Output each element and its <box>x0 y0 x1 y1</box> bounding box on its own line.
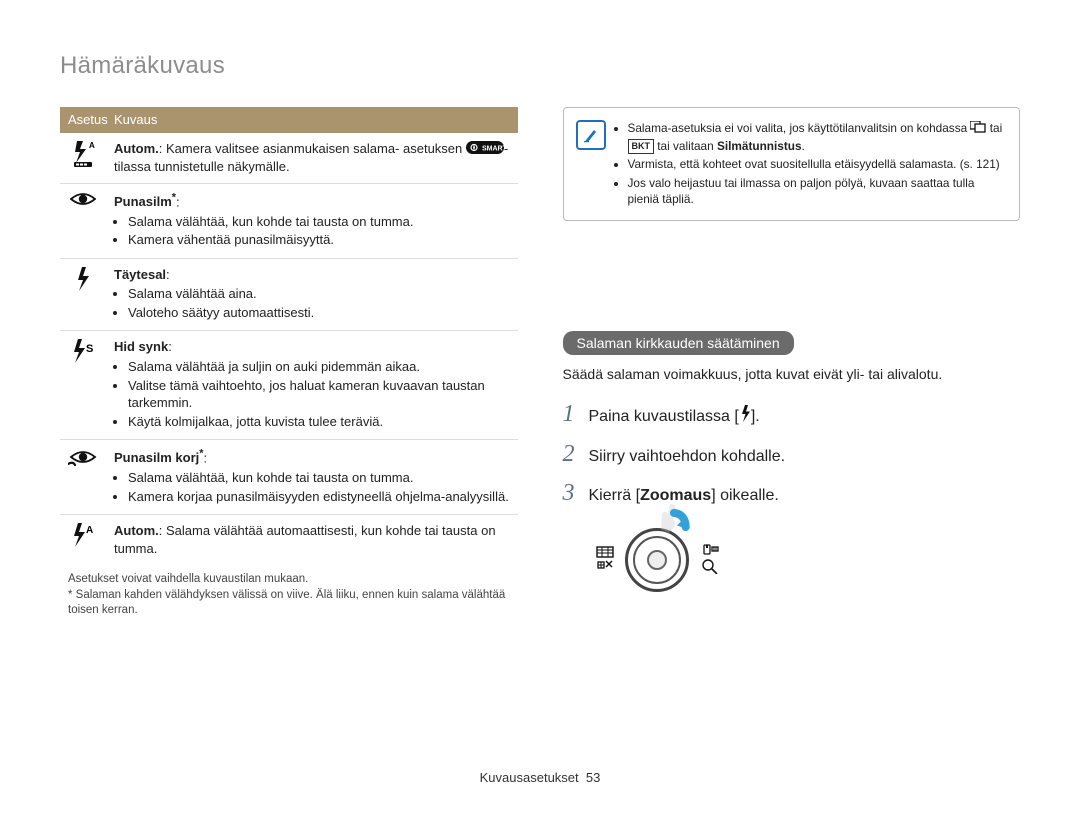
svg-text:S: S <box>86 343 93 355</box>
note-box: Salama-asetuksia ei voi valita, jos käyt… <box>563 107 1021 220</box>
th-option: Asetus <box>60 107 106 133</box>
flash-auto-icon: A <box>60 515 106 565</box>
flash-icon <box>739 405 751 429</box>
right-keypad-icon <box>699 544 719 576</box>
step-1: 1 Paina kuvaustilassa []. <box>563 398 1021 430</box>
opt-fill-label: Täytesal <box>114 267 166 282</box>
table-row: Punasilm korj*: Salama välähtää, kun koh… <box>60 440 518 515</box>
opt-auto-label: Autom. <box>114 141 159 156</box>
bkt-badge: BKT <box>628 139 655 154</box>
page-title: Hämäräkuvaus <box>60 50 1020 82</box>
svg-text:A: A <box>86 525 93 536</box>
subsection-intro: Säädä salaman voimakkuus, jotta kuvat ei… <box>563 365 1021 384</box>
table-row: Punasilm*: Salama välähtää, kun kohde ta… <box>60 183 518 258</box>
smart-mode-icon: SMART <box>466 141 504 159</box>
zoom-wheel-figure <box>595 528 1021 592</box>
flash-auto-smart-icon: A <box>60 133 106 183</box>
th-desc: Kuvaus <box>106 107 518 133</box>
dual-frame-icon <box>970 121 986 138</box>
table-row: S Hid synk: Salama välähtää ja suljin on… <box>60 331 518 440</box>
left-keypad-icon <box>595 545 615 575</box>
zoom-wheel-icon <box>625 528 689 592</box>
opt-redeye-label: Punasilm* <box>114 194 176 209</box>
opt-redeyefix-label: Punasilm korj* <box>114 450 203 465</box>
table-row: A Autom.: Kamera valitsee asianmukaisen … <box>60 133 518 183</box>
info-note-icon <box>576 120 606 150</box>
opt-auto2-label: Autom. <box>114 523 159 538</box>
table-row: Täytesal: Salama välähtää aina. Valoteho… <box>60 258 518 331</box>
footnotes: Asetukset voivat vaihdella kuvaustilan m… <box>60 572 518 619</box>
two-columns: Asetus Kuvaus A Autom.: Kamera valitsee … <box>60 107 1020 618</box>
right-column: Salama-asetuksia ei voi valita, jos käyt… <box>563 107 1021 618</box>
flash-options-table: Asetus Kuvaus A Autom.: Kamera valitsee … <box>60 107 518 564</box>
slow-sync-icon: S <box>60 331 106 440</box>
table-row: A Autom.: Salama välähtää automaattisest… <box>60 515 518 565</box>
step-3: 3 Kierrä [Zoomaus] oikealle. <box>563 477 1021 509</box>
subsection-heading: Salaman kirkkauden säätäminen <box>563 331 794 356</box>
redeye-icon <box>60 183 106 258</box>
fill-flash-icon <box>60 258 106 331</box>
left-column: Asetus Kuvaus A Autom.: Kamera valitsee … <box>60 107 518 618</box>
page-footer: Kuvausasetukset 53 <box>0 769 1080 787</box>
svg-text:A: A <box>89 141 95 150</box>
svg-text:SMART: SMART <box>482 145 504 152</box>
opt-slow-label: Hid synk <box>114 339 168 354</box>
redeye-fix-icon <box>60 440 106 515</box>
step-2: 2 Siirry vaihtoehdon kohdalle. <box>563 438 1021 470</box>
